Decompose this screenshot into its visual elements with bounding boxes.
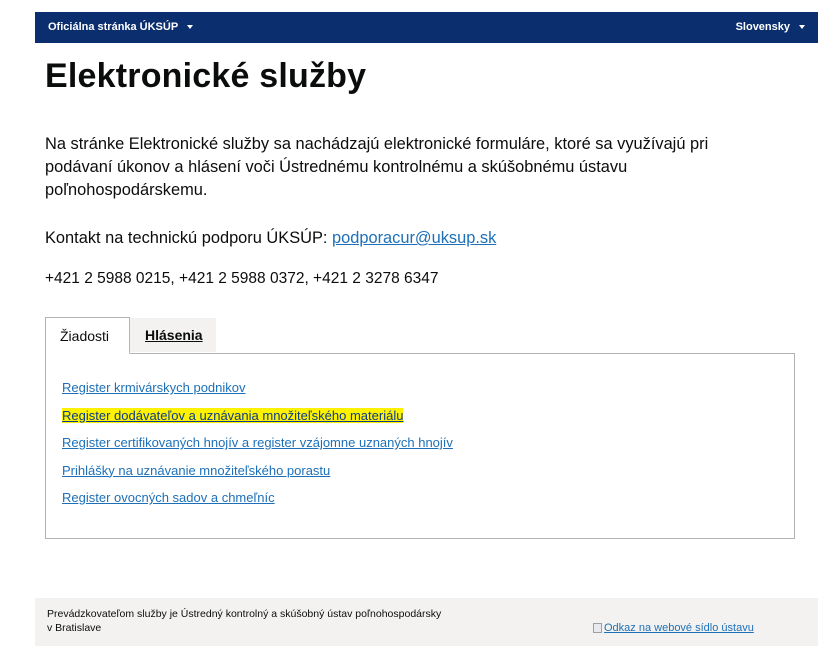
list-item: Register dodávateľov a uznávania množite… xyxy=(62,407,453,436)
tab-bar: Žiadosti Hlásenia xyxy=(45,317,795,354)
caret-down-icon xyxy=(799,25,805,29)
tab-panel: Register krmivárskych podnikov Register … xyxy=(45,353,795,539)
service-link[interactable]: Register ovocných sadov a chmeľníc xyxy=(62,490,275,505)
official-org: ÚKSÚP xyxy=(139,21,179,33)
service-link[interactable]: Prihlášky na uznávanie množiteľského por… xyxy=(62,463,330,478)
tab-label: Hlásenia xyxy=(145,327,203,343)
contact-label: Kontakt na technickú podporu ÚKSÚP: xyxy=(45,229,328,247)
institute-website-link-text[interactable]: Odkaz na webové sídlo ústavu xyxy=(604,622,754,634)
official-site-toggle[interactable]: Oficiálna stránka ÚKSÚP xyxy=(48,21,194,33)
support-email-link[interactable]: podporacur@uksup.sk xyxy=(332,229,496,247)
language-selector[interactable]: Slovensky xyxy=(736,21,805,33)
service-link-list: Register krmivárskych podnikov Register … xyxy=(62,380,453,518)
list-item: Register ovocných sadov a chmeľníc xyxy=(62,490,453,518)
footer-provider-text: Prevádzkovateľom služby je Ústredný kont… xyxy=(47,608,442,634)
institute-website-link[interactable]: Odkaz na webové sídlo ústavu xyxy=(593,622,754,634)
service-link[interactable]: Register dodávateľov a uznávania množite… xyxy=(62,407,404,423)
tab-label: Žiadosti xyxy=(60,328,110,344)
top-bar: Oficiálna stránka ÚKSÚP Slovensky xyxy=(35,12,818,43)
footer: Prevádzkovateľom služby je Ústredný kont… xyxy=(35,598,818,646)
tab-hlasenia[interactable]: Hlásenia xyxy=(130,318,216,352)
phone-numbers: +421 2 5988 0215, +421 2 5988 0372, +421… xyxy=(45,270,439,287)
list-item: Register certifikovaných hnojív a regist… xyxy=(62,435,453,463)
caret-down-icon xyxy=(187,25,194,29)
service-link[interactable]: Register krmivárskych podnikov xyxy=(62,380,246,395)
list-item: Register krmivárskych podnikov xyxy=(62,380,453,408)
broken-image-icon xyxy=(593,623,602,633)
language-label: Slovensky xyxy=(735,21,790,33)
contact-line: Kontakt na technickú podporu ÚKSÚP: podp… xyxy=(45,229,496,248)
official-prefix: Oficiálna stránka xyxy=(48,21,137,33)
page-title: Elektronické služby xyxy=(45,57,367,95)
list-item: Prihlášky na uznávanie množiteľského por… xyxy=(62,463,453,491)
intro-text: Na stránke Elektronické služby sa nachád… xyxy=(45,135,709,199)
service-link[interactable]: Register certifikovaných hnojív a regist… xyxy=(62,435,453,450)
tab-ziadosti[interactable]: Žiadosti xyxy=(45,317,130,354)
